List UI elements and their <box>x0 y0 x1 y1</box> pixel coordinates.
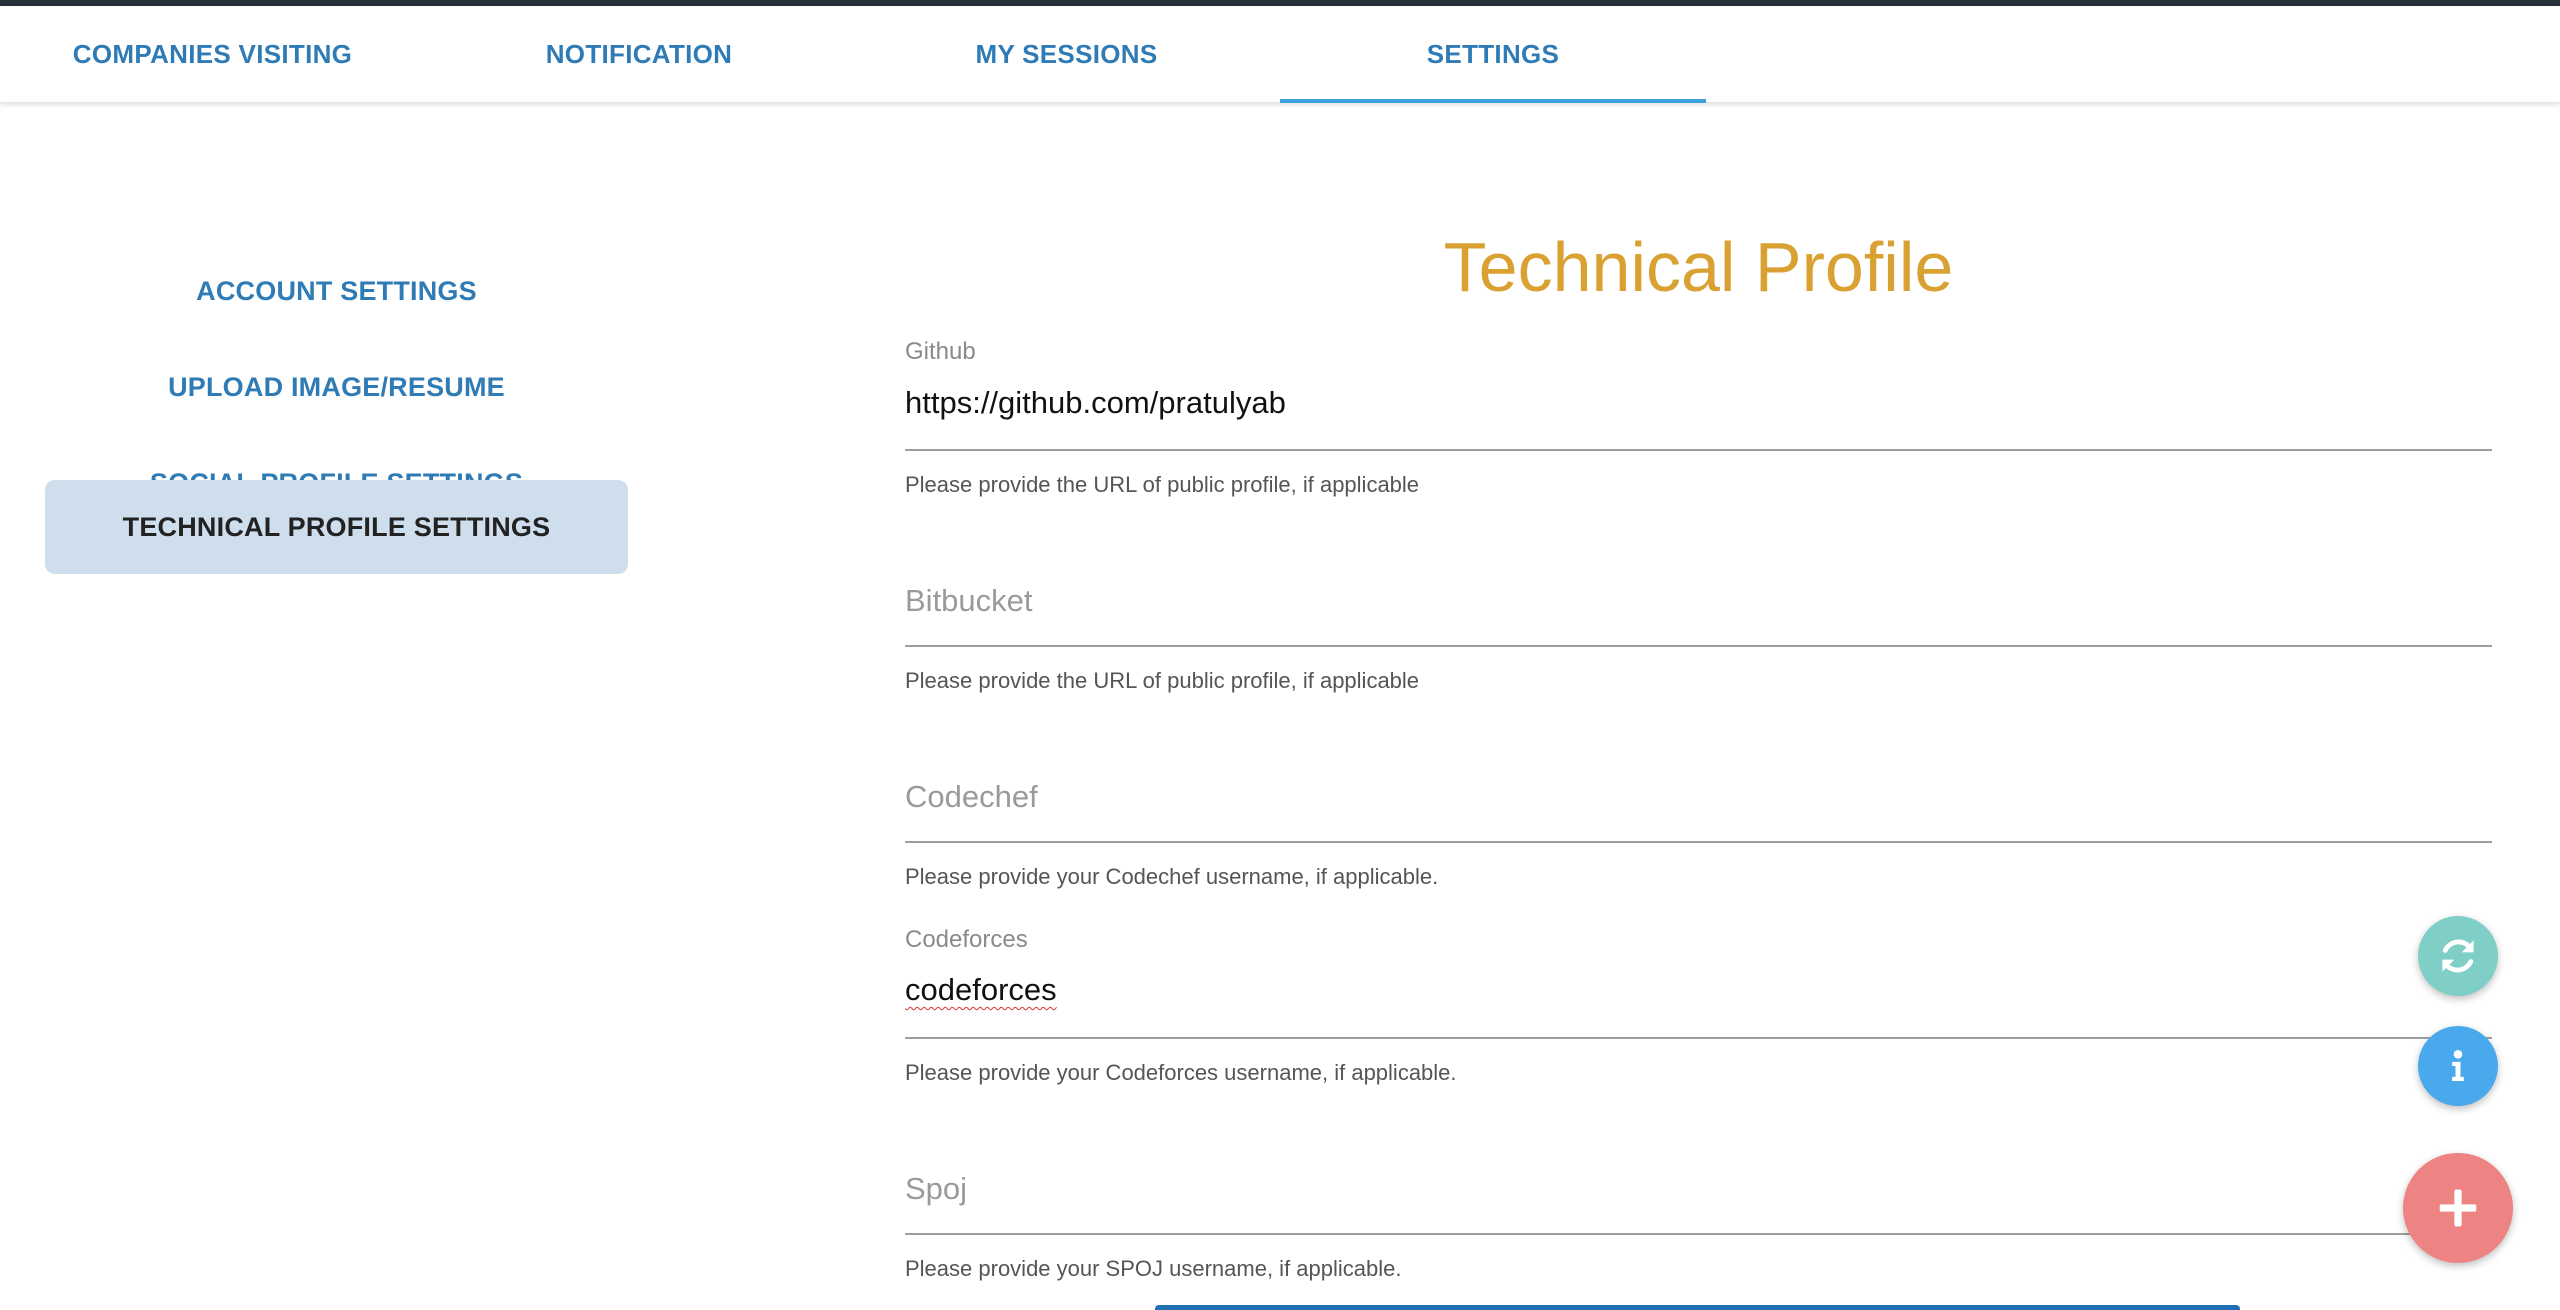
codeforces-field[interactable]: codeforces <box>905 972 1057 1008</box>
tab-label: SETTINGS <box>1426 38 1560 69</box>
sidebar-item-label: ACCOUNT SETTINGS <box>196 275 477 306</box>
spoj-field[interactable]: Spoj <box>905 1171 967 1207</box>
codechef-help-text: Please provide your Codechef username, i… <box>905 864 1439 889</box>
sidebar-item-technical-profile-settings[interactable]: TECHNICAL PROFILE SETTINGS <box>45 480 628 574</box>
codeforces-help-text: Please provide your Codeforces username,… <box>905 1060 1457 1085</box>
tabs-bar: COMPANIES VISITING NOTIFICATION MY SESSI… <box>0 6 2560 103</box>
github-underline <box>905 449 2492 451</box>
github-field[interactable] <box>905 378 2492 428</box>
codeforces-value: codeforces <box>905 972 1057 1007</box>
spoj-underline <box>905 1233 2492 1235</box>
spoj-help-text: Please provide your SPOJ username, if ap… <box>905 1256 1402 1281</box>
tab-my-sessions[interactable]: MY SESSIONS <box>853 6 1280 102</box>
codechef-field[interactable]: Codechef <box>905 779 1038 815</box>
tab-label: MY SESSIONS <box>975 38 1158 69</box>
bitbucket-help-text: Please provide the URL of public profile… <box>905 668 1420 693</box>
info-button[interactable] <box>2418 1026 2498 1106</box>
github-label: Github <box>905 338 976 365</box>
codeforces-label: Codeforces <box>905 926 1028 953</box>
tab-label: NOTIFICATION <box>545 38 733 69</box>
bitbucket-underline <box>905 645 2492 647</box>
submit-button-edge[interactable] <box>1155 1305 2240 1310</box>
github-help-text: Please provide the URL of public profile… <box>905 472 1420 497</box>
plus-icon <box>2436 1186 2480 1230</box>
sidebar-item-label: UPLOAD IMAGE/RESUME <box>168 371 505 402</box>
active-tab-indicator <box>1280 99 1706 103</box>
refresh-icon <box>2436 934 2480 978</box>
tab-label: COMPANIES VISITING <box>72 38 353 69</box>
sidebar-item-account-settings[interactable]: ACCOUNT SETTINGS <box>45 244 628 338</box>
tab-companies-visiting[interactable]: COMPANIES VISITING <box>0 6 425 102</box>
info-icon <box>2438 1046 2478 1086</box>
page: COMPANIES VISITING NOTIFICATION MY SESSI… <box>0 0 2560 1310</box>
refresh-button[interactable] <box>2418 916 2498 996</box>
sidebar-item-upload-image-resume[interactable]: UPLOAD IMAGE/RESUME <box>45 340 628 434</box>
add-button[interactable] <box>2403 1153 2513 1263</box>
sidebar-item-label: TECHNICAL PROFILE SETTINGS <box>122 511 551 542</box>
bitbucket-field[interactable]: Bitbucket <box>905 583 1033 619</box>
codechef-underline <box>905 841 2492 843</box>
page-title: Technical Profile <box>1443 228 1954 306</box>
tab-settings[interactable]: SETTINGS <box>1280 6 1706 103</box>
codeforces-underline <box>905 1037 2492 1039</box>
tab-notification[interactable]: NOTIFICATION <box>425 6 853 102</box>
